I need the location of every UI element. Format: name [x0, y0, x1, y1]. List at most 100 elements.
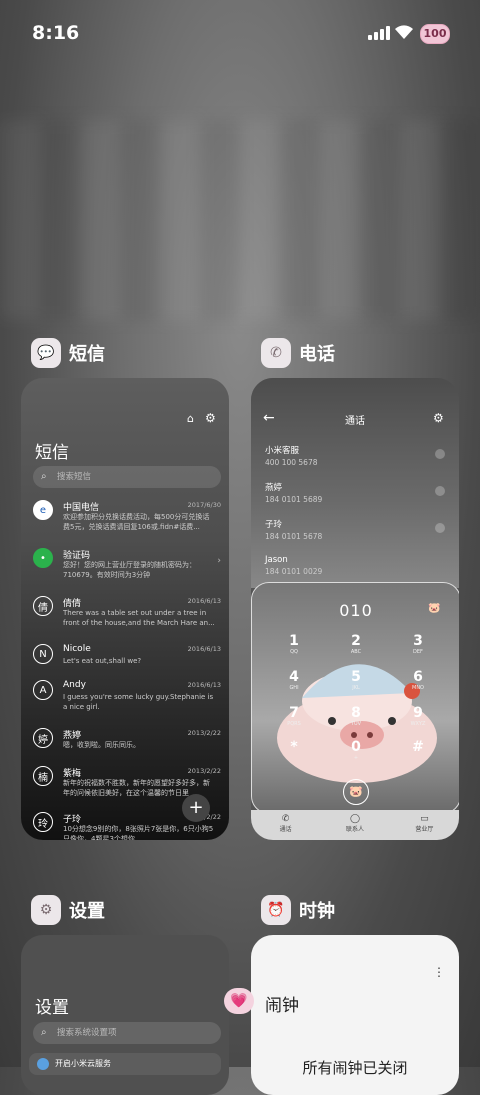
conversation-date: 2016/6/13: [187, 597, 221, 605]
call-log-item[interactable]: 小米客服 400 100 5678: [265, 444, 445, 467]
settings-app-header[interactable]: ⚙ 设置: [31, 895, 105, 925]
conversation-preview: 10分想念9别的你，8张照片7张是你，6只小狗5只像你，4颗星3个想你: [63, 825, 214, 840]
conversation-item[interactable]: A Andy 2016/6/13 I guess you're some luc…: [33, 680, 221, 716]
contact-name: 燕婷: [265, 483, 283, 493]
key-digit: 7: [289, 705, 299, 721]
phone-app-card[interactable]: ← 通话 ⚙ 小米客服 400 100 5678 燕婷 184 0101 568…: [251, 378, 459, 840]
sms-app-header[interactable]: 💬 短信: [31, 338, 105, 368]
key-digit: 9: [413, 705, 423, 721]
key-2[interactable]: 2 ABC: [326, 633, 386, 655]
clock-app-icon: ⏰: [261, 895, 291, 925]
key-digit: 4: [289, 669, 299, 685]
battery-indicator: 100: [420, 24, 450, 44]
tab-calls[interactable]: ✆ 通话: [251, 810, 320, 840]
key-digit: 5: [351, 669, 361, 685]
settings-app-icon: ⚙: [31, 895, 61, 925]
settings-list-item[interactable]: 开启小米云服务: [29, 1053, 221, 1075]
conversation-item[interactable]: 倩 倩倩 2016/6/13 There was a table set out…: [33, 596, 221, 632]
dialpad: 010 🐷 1 QQ 2 ABC 3 DEF 4 GHI 5 JKL 6 MNO 7 PQRS…: [251, 582, 459, 814]
key-3[interactable]: 3 DEF: [388, 633, 448, 655]
search-icon: ⌕: [41, 471, 47, 482]
clean-icon[interactable]: ⌂: [187, 412, 194, 425]
sms-app-card[interactable]: ⌂ ⚙ 短信 ⌕ 搜索短信 e 中国电信 2017/6/30 欢迎参加积分兑换话…: [21, 378, 229, 840]
more-icon[interactable]: ⋮: [433, 965, 445, 979]
contact-number: 184 0101 5678: [265, 532, 323, 541]
info-icon[interactable]: [435, 523, 445, 533]
conversation-preview: I guess you're some lucky guy.Stephanie …: [63, 693, 214, 711]
gear-icon[interactable]: ⚙: [433, 411, 444, 425]
key-6[interactable]: 6 MNO: [388, 669, 448, 691]
conversation-date: 2016/6/13: [187, 681, 221, 689]
key-digit: *: [290, 739, 298, 755]
info-icon[interactable]: [435, 486, 445, 496]
key-digit: 0: [351, 739, 361, 755]
key-4[interactable]: 4 GHI: [264, 669, 324, 691]
key-letters: QQ: [290, 649, 298, 655]
clock-app-card[interactable]: ⋮ 闹钟 所有闹钟已关闭: [251, 935, 459, 1095]
key-7[interactable]: 7 PQRS: [264, 705, 324, 727]
conversation-item[interactable]: 婷 燕婷 2013/2/22 嗯，收到啦。同乐同乐。: [33, 728, 221, 764]
gear-icon[interactable]: ⚙: [205, 411, 216, 425]
contact-name: Jason: [265, 555, 288, 565]
conversation-preview: 嗯，收到啦。同乐同乐。: [63, 741, 140, 749]
conversation-date: 2016/6/13: [187, 645, 221, 653]
info-icon[interactable]: [435, 449, 445, 459]
tab-label: 营业厅: [415, 826, 434, 833]
contact-name: 子玲: [265, 520, 283, 530]
conversation-name: Andy: [63, 680, 86, 690]
tab-contacts[interactable]: ◯ 联系人: [320, 810, 389, 840]
settings-search-input[interactable]: ⌕ 搜索系统设置项: [33, 1022, 221, 1044]
phone-page-title: 通话: [345, 416, 365, 427]
phone-app-header[interactable]: ✆ 电话: [261, 338, 335, 368]
avatar: 楠: [33, 766, 53, 786]
avatar: 倩: [33, 596, 53, 616]
conversation-date: 2017/6/30: [187, 501, 221, 509]
key-8[interactable]: 8 TUV: [326, 705, 386, 727]
key-9[interactable]: 9 WXYZ: [388, 705, 448, 727]
conversation-item[interactable]: • 验证码 › 您好！您的网上营业厅登录的随机密码为：710679。有效时间为3…: [33, 548, 221, 584]
sms-search-input[interactable]: ⌕ 搜索短信: [33, 466, 221, 488]
clock-app-header[interactable]: ⏰ 时钟: [261, 895, 335, 925]
conversation-date: 2013/2/22: [187, 729, 221, 737]
key-letters: WXYZ: [410, 721, 426, 727]
key-letters: MNO: [412, 685, 424, 691]
key-digit: 6: [413, 669, 423, 685]
key-hash[interactable]: #: [388, 739, 448, 755]
clock-time: 8:16: [32, 22, 80, 44]
conversation-preview: There was a table set out under a tree i…: [63, 609, 215, 627]
key-letters: +: [353, 755, 359, 761]
conversation-item[interactable]: N Nicole 2016/6/13 Let's eat out,shall w…: [33, 644, 221, 680]
conversation-preview: 您好！您的网上营业厅登录的随机密码为：710679。有效时间为3分钟: [63, 561, 196, 579]
key-digit: 2: [351, 633, 361, 649]
search-icon: ⌕: [41, 1027, 47, 1038]
conversation-item[interactable]: e 中国电信 2017/6/30 欢迎参加积分兑换话费活动，每500分可兑换话费…: [33, 500, 221, 536]
call-log-item[interactable]: Jason 184 0101 0029: [265, 555, 445, 576]
key-5[interactable]: 5 JKL: [326, 669, 386, 691]
blurred-background: [0, 120, 480, 320]
sms-app-title: 短信: [69, 344, 105, 365]
conversation-date: 2013/2/22: [187, 767, 221, 775]
contact-number: 184 0101 5689: [265, 495, 323, 504]
key-letters: TUV: [350, 721, 362, 727]
sms-search-placeholder: 搜索短信: [57, 472, 92, 482]
contact-number: 184 0101 0029: [265, 567, 323, 576]
store-icon: ▭: [420, 814, 429, 824]
call-log-item[interactable]: 燕婷 184 0101 5689: [265, 481, 445, 504]
new-message-button[interactable]: +: [182, 794, 210, 822]
phone-app-title: 电话: [299, 344, 335, 365]
key-digit: 1: [289, 633, 299, 649]
wifi-icon: [395, 25, 413, 39]
wechat-icon: •: [33, 548, 53, 568]
key-1[interactable]: 1 QQ: [264, 633, 324, 655]
conversation-preview: 欢迎参加积分兑换话费活动，每500分可兑换话费5元，兑换话费请回复106或.fi…: [63, 513, 210, 531]
key-digit: 3: [413, 633, 423, 649]
settings-app-card[interactable]: 设置 ⌕ 搜索系统设置项 开启小米云服务: [21, 935, 229, 1095]
settings-page-title: 设置: [35, 998, 69, 1018]
call-button[interactable]: 🐷: [343, 779, 369, 805]
key-star[interactable]: *: [264, 739, 324, 755]
tab-service-hall[interactable]: ▭ 营业厅: [390, 810, 459, 840]
phone-tab-bar: ✆ 通话 ◯ 联系人 ▭ 营业厅: [251, 810, 459, 840]
call-log-item[interactable]: 子玲 184 0101 5678: [265, 518, 445, 541]
key-0[interactable]: 0 +: [326, 739, 386, 761]
key-letters: JKL: [352, 685, 360, 691]
